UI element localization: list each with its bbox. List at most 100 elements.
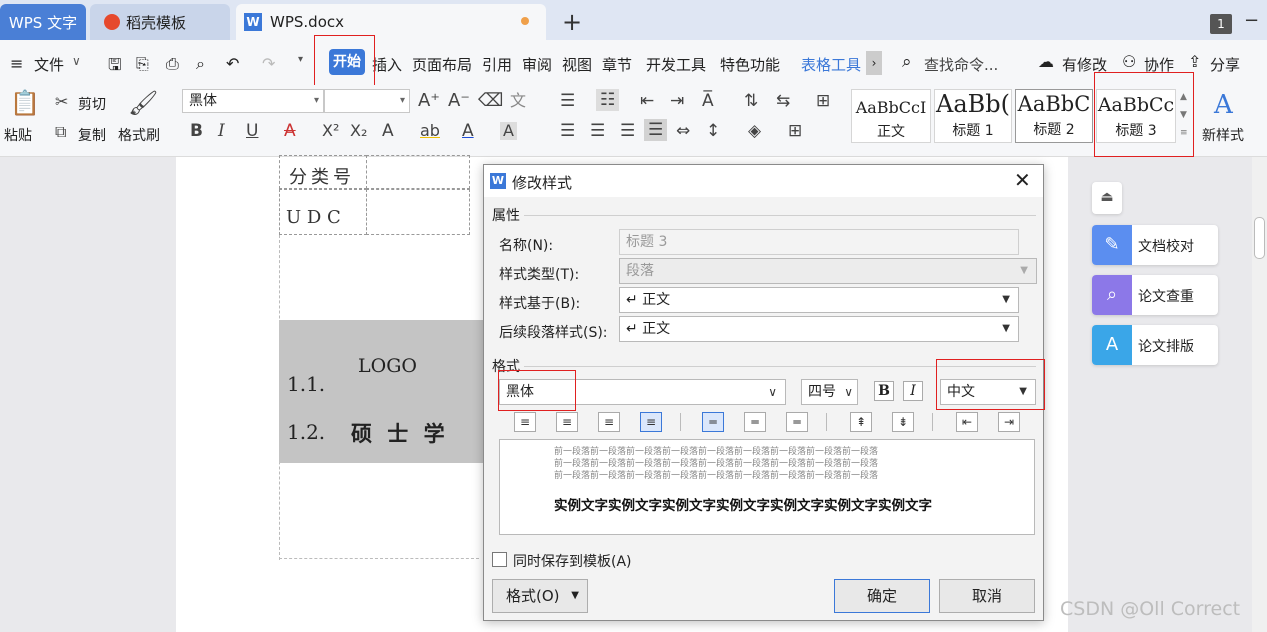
print-preview-icon[interactable]: ⌕: [196, 54, 205, 74]
paper-layout-button[interactable]: A 论文排版: [1092, 325, 1218, 365]
borders-icon[interactable]: ⊞: [788, 123, 802, 140]
shading-icon[interactable]: ◈: [748, 123, 761, 140]
justify-button[interactable]: ≡: [640, 412, 662, 432]
paste-icon[interactable]: 📋: [10, 91, 40, 115]
menu-scroll-right-button[interactable]: ›: [866, 51, 882, 75]
style-type-select[interactable]: 段落 ▼: [619, 258, 1037, 284]
double-spacing-button[interactable]: ═: [786, 412, 808, 432]
text-effect-icon[interactable]: A: [382, 123, 394, 140]
align-center-button[interactable]: ≡: [556, 412, 578, 432]
close-icon[interactable]: ✕: [1014, 168, 1031, 192]
tab-wps-writer[interactable]: WPS 文字: [0, 4, 86, 40]
shrink-font-icon[interactable]: A⁻: [448, 92, 470, 110]
share-button[interactable]: 分享: [1210, 54, 1240, 75]
font-size-select[interactable]: 四号 ∨: [801, 379, 858, 405]
align-right-icon[interactable]: ☰: [620, 123, 635, 140]
underline-icon[interactable]: U: [246, 123, 258, 140]
cut-button[interactable]: 剪切: [78, 94, 106, 114]
line-spacing-icon[interactable]: ↕: [706, 123, 720, 140]
style-name-input[interactable]: 标题 3: [619, 229, 1019, 255]
quick-access-dropdown-icon[interactable]: ▾: [298, 54, 303, 65]
italic-icon[interactable]: I: [218, 123, 225, 140]
menu-view[interactable]: 视图: [562, 54, 592, 75]
scrollbar-thumb[interactable]: [1254, 217, 1265, 259]
show-marks-icon[interactable]: ⇆: [776, 93, 790, 110]
clear-format-icon[interactable]: ⌫: [478, 92, 503, 110]
style-heading-2[interactable]: AaBbC 标题 2: [1015, 89, 1093, 143]
menu-insert[interactable]: 插入: [372, 54, 402, 75]
new-style-icon[interactable]: A: [1214, 90, 1233, 120]
format-menu-button[interactable]: 格式(O) ▼: [492, 579, 588, 613]
format-painter-icon[interactable]: 🖌: [128, 91, 158, 115]
menu-features[interactable]: 特色功能: [720, 54, 780, 75]
vertical-scrollbar[interactable]: [1252, 157, 1267, 632]
minimize-icon[interactable]: −: [1244, 10, 1259, 31]
table-icon[interactable]: ⊞: [816, 93, 830, 110]
strikethrough-icon[interactable]: A: [284, 123, 296, 140]
cancel-button[interactable]: 取消: [939, 579, 1035, 613]
tab-daoke-templates[interactable]: 稻壳模板: [90, 4, 230, 40]
distribute-icon[interactable]: ⇔: [676, 123, 690, 140]
align-center-icon[interactable]: ☰: [590, 123, 605, 140]
chevron-down-icon[interactable]: ∨: [72, 54, 81, 68]
grow-font-icon[interactable]: A⁺: [418, 92, 440, 110]
print-icon[interactable]: ⎙: [166, 54, 179, 74]
align-right-button[interactable]: ≡: [598, 412, 620, 432]
menu-table-tools[interactable]: 表格工具: [801, 54, 861, 75]
sort-icon[interactable]: ⇅: [744, 93, 758, 110]
increase-indent-icon[interactable]: ⇥: [670, 93, 684, 110]
one-half-spacing-button[interactable]: ═: [744, 412, 766, 432]
command-search[interactable]: 查找命令...: [924, 54, 998, 75]
format-painter-button[interactable]: 格式刷: [118, 125, 160, 145]
collapse-panel-icon[interactable]: ⏏: [1092, 182, 1122, 214]
next-style-select[interactable]: ↵ 正文 ▼: [619, 316, 1019, 342]
table-cell[interactable]: [366, 155, 470, 189]
bold-icon[interactable]: B: [190, 123, 203, 140]
based-on-select[interactable]: ↵ 正文 ▼: [619, 287, 1019, 313]
new-style-button[interactable]: 新样式: [1202, 125, 1244, 145]
style-normal[interactable]: AaBbCcI 正文: [851, 89, 931, 143]
save-icon[interactable]: 🖫: [108, 54, 122, 81]
font-color-icon[interactable]: A: [462, 123, 474, 140]
plagiarism-check-button[interactable]: ⌕ 论文查重: [1092, 275, 1218, 315]
proofread-button[interactable]: ✎ 文档校对: [1092, 225, 1218, 265]
decrease-indent-button[interactable]: ⇤: [956, 412, 978, 432]
paste-button[interactable]: 粘贴: [4, 125, 32, 145]
style-heading-1[interactable]: AaBb( 标题 1: [934, 89, 1012, 143]
bold-toggle[interactable]: B: [874, 381, 894, 401]
undo-icon[interactable]: ↶: [226, 54, 239, 73]
menu-references[interactable]: 引用: [482, 54, 512, 75]
space-before-button[interactable]: ⇞: [850, 412, 872, 432]
highlight-icon[interactable]: ab: [420, 123, 440, 139]
font-name-select[interactable]: 黑体 ▾: [182, 89, 324, 113]
table-cell[interactable]: [366, 189, 470, 235]
italic-toggle[interactable]: I: [903, 381, 923, 401]
menu-section[interactable]: 章节: [602, 54, 632, 75]
decrease-indent-icon[interactable]: ⇤: [640, 93, 654, 110]
single-spacing-button[interactable]: ═: [702, 412, 724, 432]
chinese-layout-icon[interactable]: A̅: [702, 93, 714, 110]
tab-document[interactable]: W WPS.docx: [236, 4, 546, 40]
justify-icon[interactable]: ☰: [644, 119, 668, 141]
space-after-button[interactable]: ⇟: [892, 412, 914, 432]
ok-button[interactable]: 确定: [834, 579, 930, 613]
char-shading-icon[interactable]: A: [500, 122, 517, 140]
menu-review[interactable]: 审阅: [522, 54, 552, 75]
align-left-button[interactable]: ≡: [514, 412, 536, 432]
copy-button[interactable]: 复制: [78, 125, 106, 145]
align-left-icon[interactable]: ☰: [560, 123, 575, 140]
bullets-icon[interactable]: ☰: [560, 93, 575, 110]
phonetic-icon[interactable]: 文: [510, 93, 526, 109]
superscript-icon[interactable]: X²: [322, 123, 339, 139]
output-icon[interactable]: ⎘: [136, 54, 149, 74]
menu-developer[interactable]: 开发工具: [646, 54, 706, 75]
redo-icon[interactable]: ↷: [262, 54, 275, 73]
window-count-badge[interactable]: 1: [1210, 14, 1232, 34]
increase-indent-button[interactable]: ⇥: [998, 412, 1020, 432]
new-tab-button[interactable]: +: [562, 8, 582, 36]
save-to-template-checkbox[interactable]: [492, 552, 507, 567]
subscript-icon[interactable]: X₂: [350, 123, 367, 139]
font-size-select[interactable]: ▾: [324, 89, 410, 113]
hamburger-icon[interactable]: ≡: [10, 54, 23, 73]
numbering-icon[interactable]: ☷: [596, 89, 620, 111]
